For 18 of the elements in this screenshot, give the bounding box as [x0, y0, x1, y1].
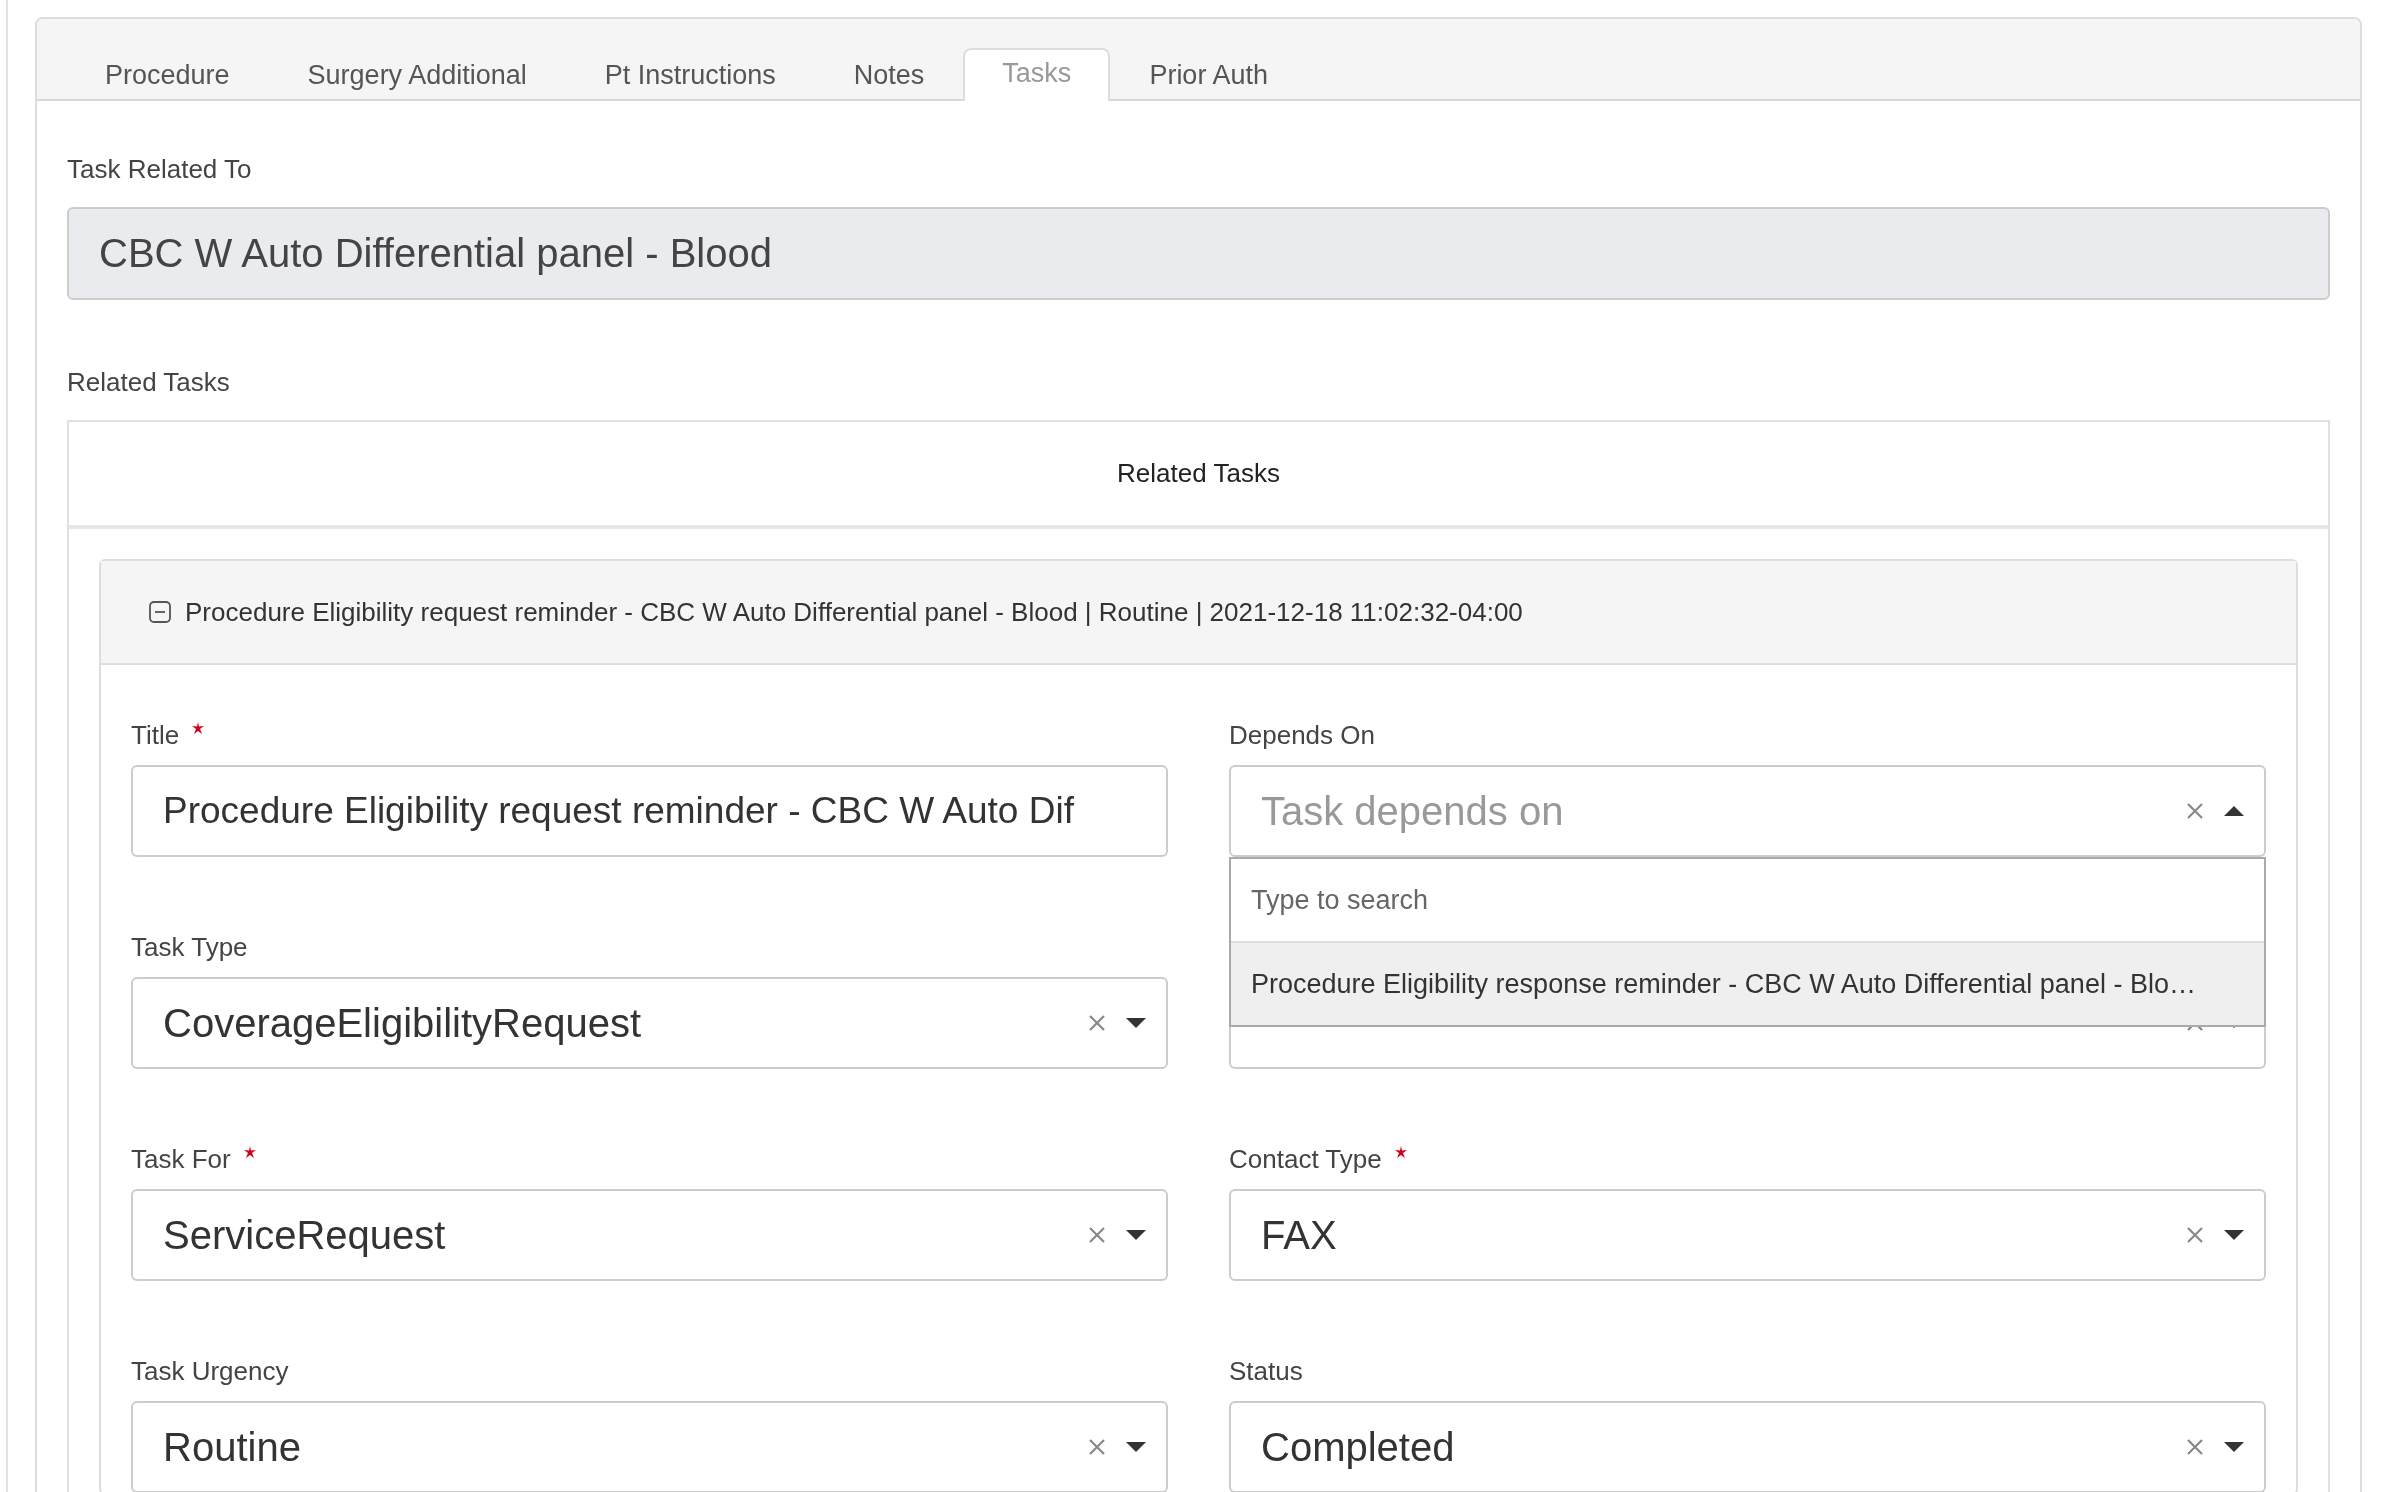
select-placeholder: Task depends on [1261, 788, 1564, 834]
readonly-field: CBC W Auto Differential panel - Blood [67, 207, 2330, 300]
select-value: FAX [1261, 1212, 1337, 1258]
field-label: Status [1229, 1355, 1304, 1388]
field-label: Task For [131, 1141, 1168, 1177]
select-value: Routine [163, 1424, 301, 1470]
field-label: Task Urgency [131, 1355, 290, 1388]
select-value: CoverageEligibilityRequest [163, 1000, 642, 1046]
select-value: ServiceRequest [163, 1212, 446, 1258]
field-label: Depends On [1229, 719, 1376, 752]
field-label: Contact Type [1229, 1141, 2266, 1177]
task-summary: Procedure Eligibility request reminder - CBC W Auto Differential panel - Blood | Routine | 2021-12-18 11:02:32-04:00 [185, 596, 1523, 628]
field-label: Task Type [131, 931, 249, 964]
select-value: Completed [1261, 1424, 1455, 1470]
field-label: Related Tasks [67, 366, 231, 398]
field-label: Task Related To [67, 153, 253, 185]
field-label: Title [131, 717, 1168, 753]
panel-heading: Related Tasks [69, 422, 2328, 529]
